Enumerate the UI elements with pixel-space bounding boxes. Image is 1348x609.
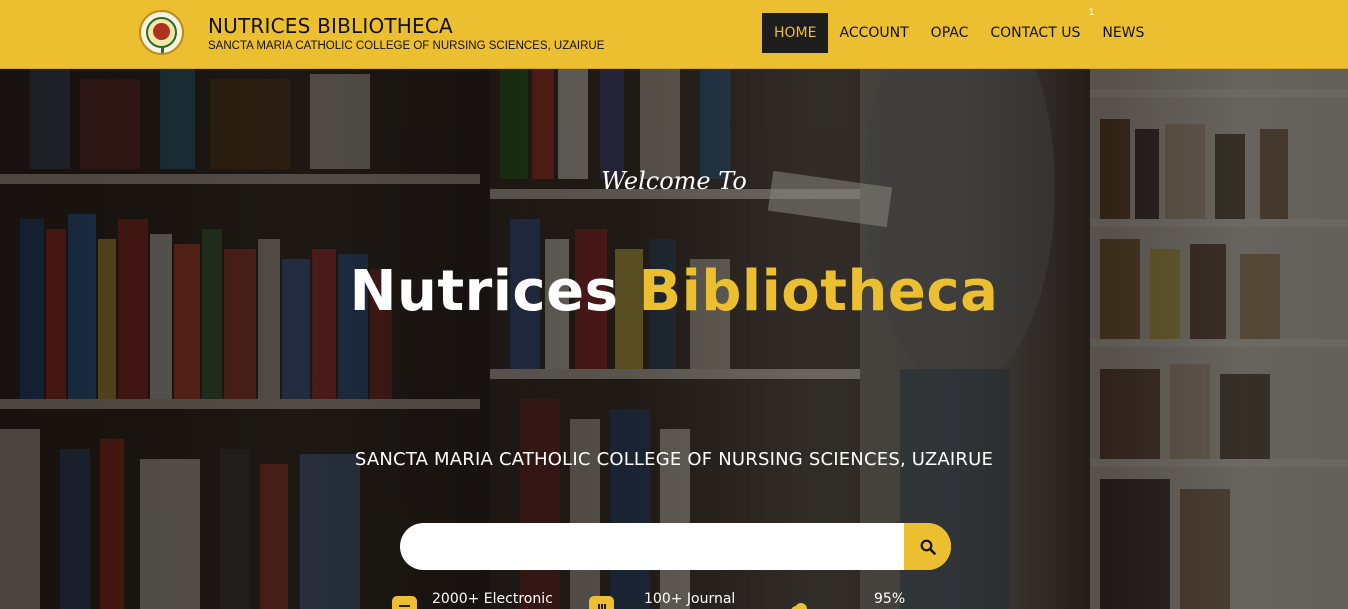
hero-title: Nutrices Bibliotheca xyxy=(0,259,1348,324)
nav-item-contact-us[interactable]: CONTACT US 1 xyxy=(979,7,1094,53)
hero-title-part1: Nutrices xyxy=(349,259,619,324)
search-icon xyxy=(920,539,936,555)
hero-banner: Welcome To Nutrices Bibliotheca SANCTA M… xyxy=(0,69,1348,609)
search-bar xyxy=(400,523,951,570)
journal-icon xyxy=(589,596,614,609)
site-subtitle: SANCTA MARIA CATHOLIC COLLEGE OF NURSING… xyxy=(208,40,605,52)
nav-item-news[interactable]: NEWS xyxy=(1091,13,1155,53)
site-title[interactable]: NUTRICES BIBLIOTHECA xyxy=(208,14,453,38)
book-icon xyxy=(392,596,417,609)
stat-journal: 100+ Journal xyxy=(589,591,735,609)
nav-item-opac[interactable]: OPAC xyxy=(920,13,980,53)
hero-college-name: SANCTA MARIA CATHOLIC COLLEGE OF NURSING… xyxy=(354,449,994,470)
welcome-text: Welcome To xyxy=(601,167,747,195)
hero-title-part2: Bibliotheca xyxy=(638,259,999,324)
main-nav: HOME ACCOUNT OPAC CONTACT US 1 NEWS xyxy=(762,7,1155,53)
cloud-icon xyxy=(786,596,811,609)
stat-percent-label: 95% xyxy=(874,591,906,607)
search-button[interactable] xyxy=(904,523,951,570)
college-crest-logo[interactable] xyxy=(139,10,184,55)
nav-item-contact-us-label: CONTACT US xyxy=(990,25,1081,41)
stat-electronic-label: 2000+ Electronic xyxy=(432,591,553,607)
search-input[interactable] xyxy=(400,523,904,570)
nav-item-home[interactable]: HOME xyxy=(762,13,829,53)
logo-core xyxy=(153,23,170,40)
stat-electronic: 2000+ Electronic xyxy=(392,591,553,609)
stat-percent: 95% xyxy=(786,591,905,609)
nav-item-account[interactable]: ACCOUNT xyxy=(828,13,919,53)
stat-journal-label: 100+ Journal xyxy=(644,591,736,607)
site-header: NUTRICES BIBLIOTHECA SANCTA MARIA CATHOL… xyxy=(0,0,1348,69)
logo-stem xyxy=(161,46,164,53)
